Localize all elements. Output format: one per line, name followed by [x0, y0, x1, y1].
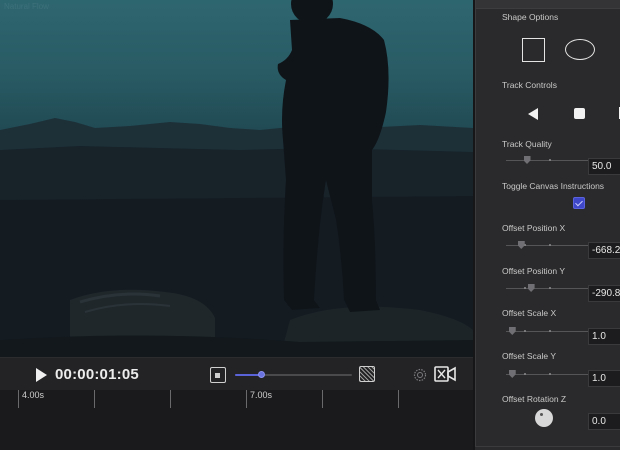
video-viewer[interactable]: Natural Flow — [0, 0, 473, 357]
offset-scale-y-field[interactable]: 1.0 — [588, 370, 620, 387]
offset-scale-x-field[interactable]: 1.0 — [588, 328, 620, 345]
offset-position-y-slider[interactable] — [506, 283, 588, 295]
inspector-frame: Shape Options Track Controls Track Quali… — [475, 0, 620, 447]
video-camera-glyph — [434, 366, 456, 382]
track-quality-slider[interactable] — [506, 155, 588, 167]
track-backward-icon — [528, 108, 538, 120]
timeline-ruler[interactable]: 4.00s 7.00s — [0, 390, 473, 450]
toggle-canvas-checkbox[interactable] — [573, 197, 585, 209]
slider-knob[interactable] — [517, 241, 525, 249]
ruler-tick — [246, 390, 247, 408]
track-quality-field[interactable]: 50.0 — [588, 158, 620, 175]
timeline-zoom-slider[interactable] — [235, 371, 352, 378]
track-quality-label: Track Quality — [502, 139, 552, 149]
offset-position-x-slider[interactable] — [506, 240, 588, 252]
slider-knob[interactable] — [508, 370, 516, 378]
ruler-tick — [170, 390, 171, 408]
ruler-tick — [322, 390, 323, 408]
inspector-panel: Shape Options Track Controls Track Quali… — [473, 0, 620, 450]
slider-tick-dot — [524, 330, 527, 332]
slider-tick-dot — [548, 373, 551, 375]
rotation-dial-icon[interactable] — [535, 409, 553, 427]
offset-scale-y-slider[interactable] — [506, 369, 588, 381]
offset-position-x-field[interactable]: -668.2 — [588, 242, 620, 259]
snapshot-icon[interactable] — [413, 368, 427, 382]
slider-rail — [506, 160, 588, 161]
ruler-label: 4.00s — [22, 390, 45, 400]
offset-position-y-field[interactable]: -290.8 — [588, 285, 620, 302]
toggle-canvas-label: Toggle Canvas Instructions — [502, 181, 605, 191]
ruler-tick — [18, 390, 19, 408]
shape-options-label: Shape Options — [502, 12, 559, 22]
panel-top-strip — [476, 0, 620, 9]
slider-tick-dot — [524, 287, 527, 289]
slider-knob[interactable] — [508, 327, 516, 335]
track-backward-button[interactable] — [528, 107, 539, 125]
offset-rotation-z-label: Offset Rotation Z — [502, 394, 567, 404]
ruler-label: 7.00s — [250, 390, 273, 400]
play-icon — [36, 368, 47, 382]
offset-scale-x-label: Offset Scale X — [502, 308, 557, 318]
timecode-display: 00:00:01:05 — [55, 366, 139, 383]
slider-rail — [506, 331, 588, 332]
snapshot-glyph — [413, 368, 427, 382]
play-button[interactable] — [34, 367, 48, 383]
slider-rail — [506, 288, 588, 289]
offset-position-x-label: Offset Position X — [502, 223, 566, 233]
transport-bar: 00:00:01:05 — [0, 357, 473, 390]
offset-rotation-z-field[interactable]: 0.0 — [588, 413, 620, 430]
rectangle-shape-button[interactable] — [522, 38, 545, 62]
slider-tick-dot — [524, 373, 527, 375]
slider-rail — [506, 374, 588, 375]
editor-window: Natural Flow 00:00:01:05 4.00s 7.00s Sha… — [0, 0, 620, 450]
ruler-tick — [94, 390, 95, 408]
slider-tick-dot — [548, 159, 551, 161]
track-stop-button[interactable] — [574, 108, 585, 119]
offset-scale-y-label: Offset Scale Y — [502, 351, 557, 361]
zoom-slider-thumb[interactable] — [257, 371, 265, 378]
zoom-in-icon[interactable] — [359, 366, 375, 382]
offset-scale-x-slider[interactable] — [506, 326, 588, 338]
video-camera-icon[interactable] — [434, 366, 456, 382]
zoom-out-icon[interactable] — [210, 367, 226, 383]
offset-position-y-label: Offset Position Y — [502, 266, 565, 276]
slider-knob[interactable] — [523, 156, 531, 164]
ellipse-shape-button[interactable] — [565, 39, 595, 60]
slider-knob[interactable] — [527, 284, 535, 292]
slider-tick-dot — [548, 330, 551, 332]
zoom-slider-fill — [235, 374, 261, 376]
ruler-tick — [398, 390, 399, 408]
slider-tick-dot — [548, 287, 551, 289]
track-controls-label: Track Controls — [502, 80, 557, 90]
slider-tick-dot — [548, 244, 551, 246]
video-frame — [0, 0, 473, 357]
